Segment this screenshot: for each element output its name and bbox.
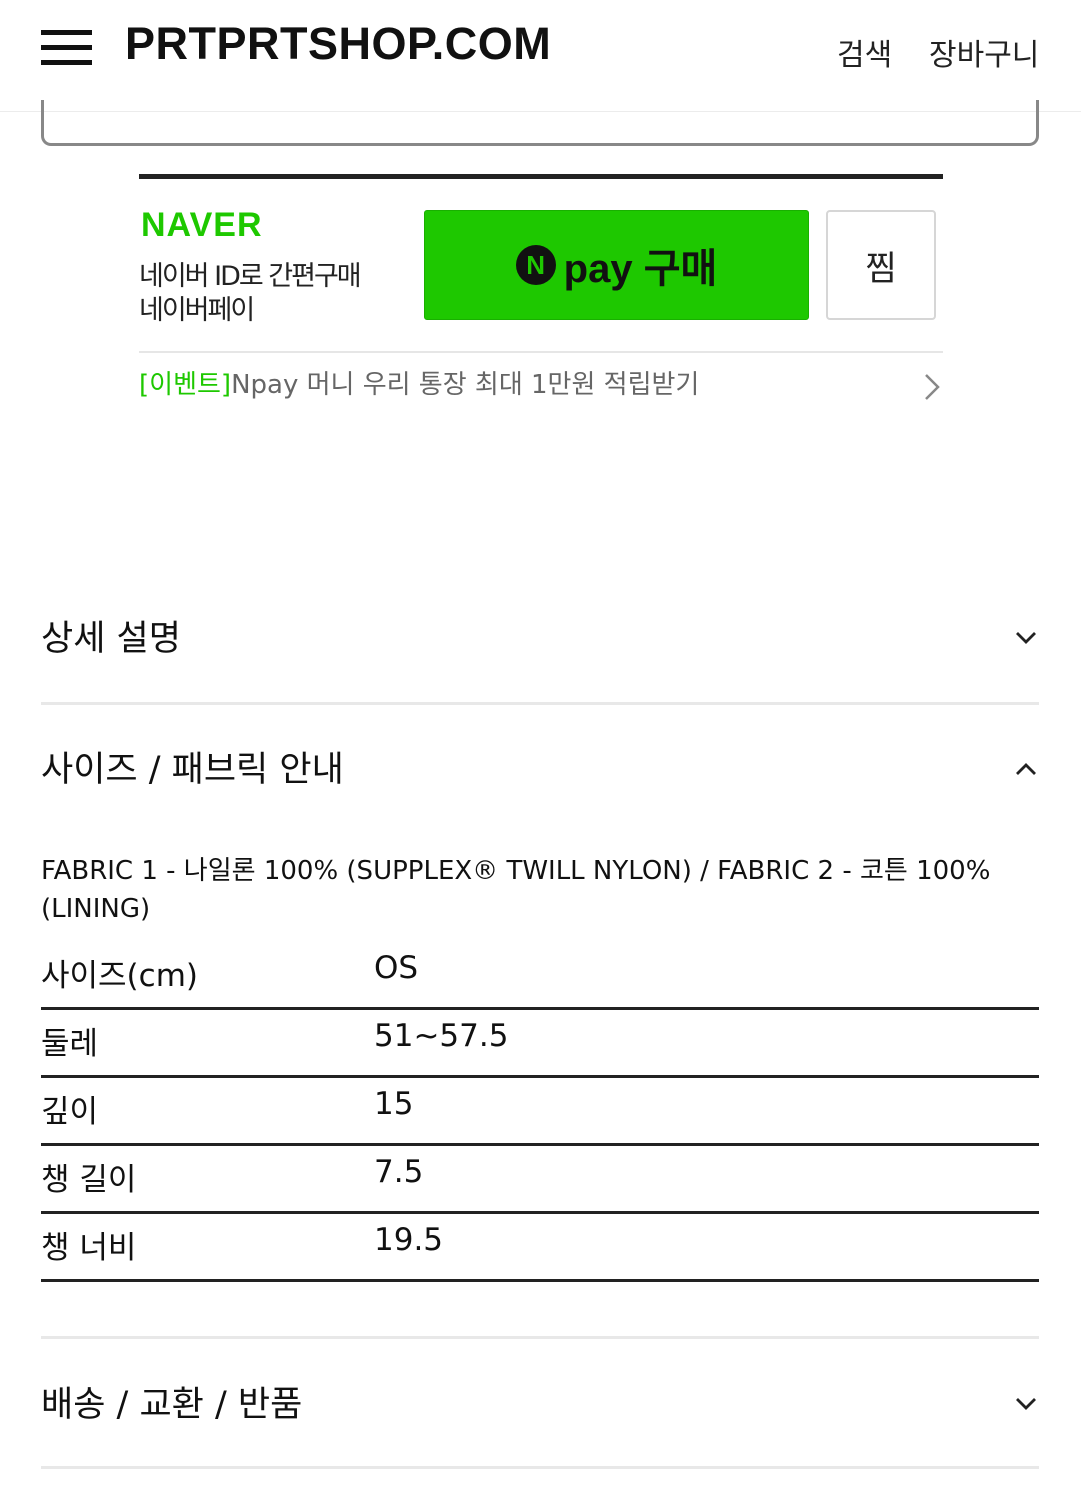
chevron-down-icon: [1016, 632, 1036, 644]
size-row-value: 19.5: [374, 1222, 444, 1258]
size-table-header: 사이즈(cm) OS: [41, 942, 1039, 1010]
table-row: 둘레 51~57.5: [41, 1010, 1039, 1078]
size-header-label: 사이즈(cm): [41, 958, 198, 994]
accordion-shipping-title: 배송 / 교환 / 반품: [41, 1385, 303, 1425]
accordion-size-title: 사이즈 / 패브릭 안내: [41, 750, 344, 790]
menu-icon[interactable]: [41, 30, 92, 66]
size-table: 사이즈(cm) OS 둘레 51~57.5 깊이 15 챙 길이 7.5 챙 너…: [41, 942, 1039, 1282]
chevron-right-icon: [925, 374, 940, 400]
accordion-shipping[interactable]: 배송 / 교환 / 반품: [41, 1376, 1039, 1436]
search-link[interactable]: 검색: [837, 30, 892, 74]
naver-pay-section: NAVER 네이버 ID로 간편구매 네이버페이 N pay 구매 찜 [이벤트…: [139, 174, 943, 424]
naver-logo: NAVER: [141, 206, 263, 244]
accordion-size-fabric[interactable]: 사이즈 / 패브릭 안내: [41, 741, 1039, 801]
npay-buy-button[interactable]: N pay 구매: [424, 210, 809, 320]
table-row: 챙 너비 19.5: [41, 1214, 1039, 1282]
event-text: Npay 머니 우리 통장 최대 1만원 적립받기: [231, 370, 700, 400]
site-header: PRTPRTSHOP.COM 검색 장바구니: [0, 0, 1081, 112]
accordion-detail[interactable]: 상세 설명: [41, 610, 1039, 670]
table-row: 챙 길이 7.5: [41, 1146, 1039, 1214]
npay-buy-label: pay 구매: [563, 247, 718, 291]
size-header-value: OS: [374, 950, 419, 986]
npay-n-icon: N: [515, 245, 556, 285]
table-row: 깊이 15: [41, 1078, 1039, 1146]
size-row-label: 챙 너비: [41, 1230, 137, 1266]
accordion-divider: [41, 1466, 1039, 1469]
wish-button[interactable]: 찜: [826, 210, 936, 320]
npay-divider: [139, 351, 943, 353]
event-tag: [이벤트]: [139, 370, 232, 400]
accordion-divider: [41, 1336, 1039, 1339]
fabric-info: FABRIC 1 - 나일론 100% (SUPPLEX® TWILL NYLO…: [41, 856, 991, 924]
npay-event-link[interactable]: [이벤트]Npay 머니 우리 통장 최대 1만원 적립받기: [139, 364, 943, 408]
previous-option-box: [41, 100, 1039, 146]
size-row-label: 챙 길이: [41, 1162, 137, 1198]
accordion-detail-title: 상세 설명: [41, 619, 181, 659]
size-row-value: 15: [374, 1086, 414, 1122]
site-logo[interactable]: PRTPRTSHOP.COM: [125, 18, 551, 70]
chevron-down-icon: [1016, 1398, 1036, 1410]
size-row-label: 깊이: [41, 1094, 99, 1130]
cart-link[interactable]: 장바구니: [929, 30, 1039, 74]
size-row-value: 7.5: [374, 1154, 424, 1190]
size-row-label: 둘레: [41, 1026, 99, 1062]
npay-top-divider: [139, 174, 943, 179]
chevron-up-icon: [1016, 763, 1036, 775]
accordion-divider: [41, 702, 1039, 705]
naver-desc-line2: 네이버페이: [139, 295, 255, 326]
size-row-value: 51~57.5: [374, 1018, 509, 1054]
